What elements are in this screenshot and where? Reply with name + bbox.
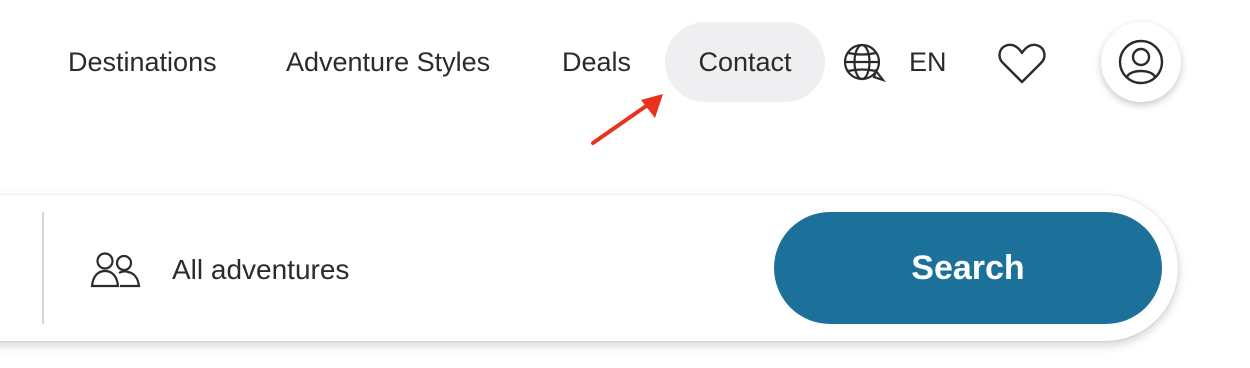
search-button[interactable]: Search	[774, 212, 1162, 324]
user-circle-icon	[1118, 39, 1164, 85]
annotation-arrow	[591, 94, 663, 145]
search-divider	[42, 212, 44, 324]
language-label[interactable]: EN	[909, 22, 947, 102]
travelers-selector[interactable]: All adventures	[172, 248, 349, 292]
globe-icon[interactable]	[840, 40, 888, 86]
people-icon	[90, 252, 141, 288]
nav-item-contact[interactable]: Contact	[665, 22, 825, 102]
heart-icon[interactable]	[996, 40, 1048, 88]
nav-item-adventure-styles[interactable]: Adventure Styles	[286, 22, 490, 102]
nav-item-destinations[interactable]: Destinations	[68, 22, 217, 102]
account-button[interactable]	[1101, 22, 1181, 102]
